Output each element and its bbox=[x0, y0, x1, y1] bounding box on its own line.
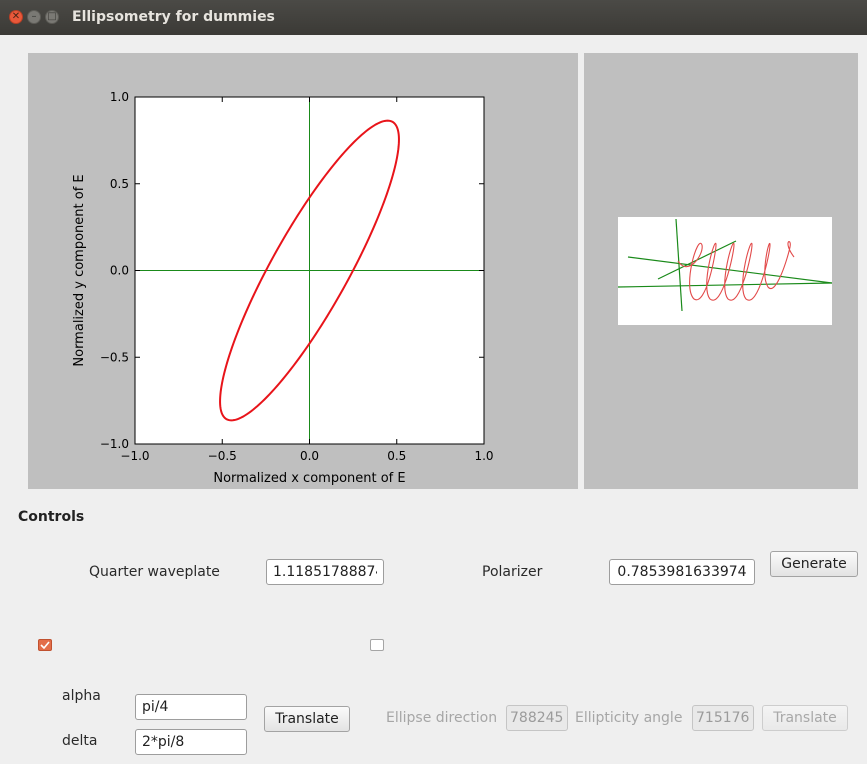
y-axis-label: Normalized y component of E bbox=[72, 174, 87, 366]
polarizer-input[interactable] bbox=[609, 559, 755, 585]
minimize-icon[interactable]: – bbox=[27, 10, 41, 24]
alpha-label: alpha bbox=[62, 688, 101, 704]
translate-button[interactable]: Translate bbox=[264, 706, 350, 732]
x-tick-label: −0.5 bbox=[208, 449, 237, 463]
checkmark-icon bbox=[40, 641, 50, 649]
ellipse-direction-label: Ellipse direction bbox=[386, 710, 498, 726]
y-tick-label: 1.0 bbox=[110, 90, 129, 104]
delta-label: delta bbox=[62, 733, 98, 749]
quarter-waveplate-label: Quarter waveplate bbox=[89, 564, 220, 580]
helix-preview-svg bbox=[617, 218, 833, 312]
x-tick-label: 0.0 bbox=[300, 449, 319, 463]
y-tick-label: −1.0 bbox=[100, 437, 129, 451]
right-checkbox[interactable] bbox=[370, 639, 384, 651]
ellipticity-angle-label: Ellipticity angle bbox=[575, 710, 683, 726]
ellipse-plot-panel: −1.0 −0.5 0.0 0.5 1.0 −1.0 −0.5 0.0 0.5 1.0 Normal… bbox=[28, 53, 578, 489]
x-axis-label: Normalized x component of E bbox=[213, 471, 405, 486]
x-tick-label: 0.5 bbox=[387, 449, 406, 463]
x-tick-label: −1.0 bbox=[120, 449, 149, 463]
delta-input[interactable] bbox=[135, 729, 247, 755]
y-tick-label: 0.5 bbox=[110, 177, 129, 191]
polarizer-label: Polarizer bbox=[482, 564, 543, 580]
close-icon[interactable]: ✕ bbox=[9, 10, 23, 24]
title-bar[interactable]: ✕ – □ Ellipsometry for dummies bbox=[0, 0, 867, 35]
generate-button[interactable]: Generate bbox=[770, 551, 858, 577]
maximize-icon[interactable]: □ bbox=[45, 10, 59, 24]
translate-button-disabled[interactable]: Translate bbox=[762, 705, 848, 731]
quarter-waveplate-input[interactable] bbox=[266, 559, 384, 585]
ellipticity-angle-input[interactable] bbox=[692, 705, 754, 731]
x-tick-label: 1.0 bbox=[474, 449, 493, 463]
window-title: Ellipsometry for dummies bbox=[72, 9, 275, 25]
helix-preview bbox=[617, 217, 833, 325]
alpha-input[interactable] bbox=[135, 694, 247, 720]
y-tick-label: 0.0 bbox=[110, 264, 129, 278]
left-checkbox[interactable] bbox=[38, 639, 52, 651]
y-tick-label: −0.5 bbox=[100, 350, 129, 364]
helix-preview-panel bbox=[584, 53, 858, 489]
ellipse-direction-input[interactable] bbox=[506, 705, 568, 731]
ellipse-plot: −1.0 −0.5 0.0 0.5 1.0 −1.0 −0.5 0.0 0.5 1.0 Normal… bbox=[72, 90, 494, 486]
main-window: ✕ – □ Ellipsometry for dummies −1.0 −0.5 0… bbox=[0, 0, 867, 764]
controls-heading: Controls bbox=[18, 509, 85, 525]
